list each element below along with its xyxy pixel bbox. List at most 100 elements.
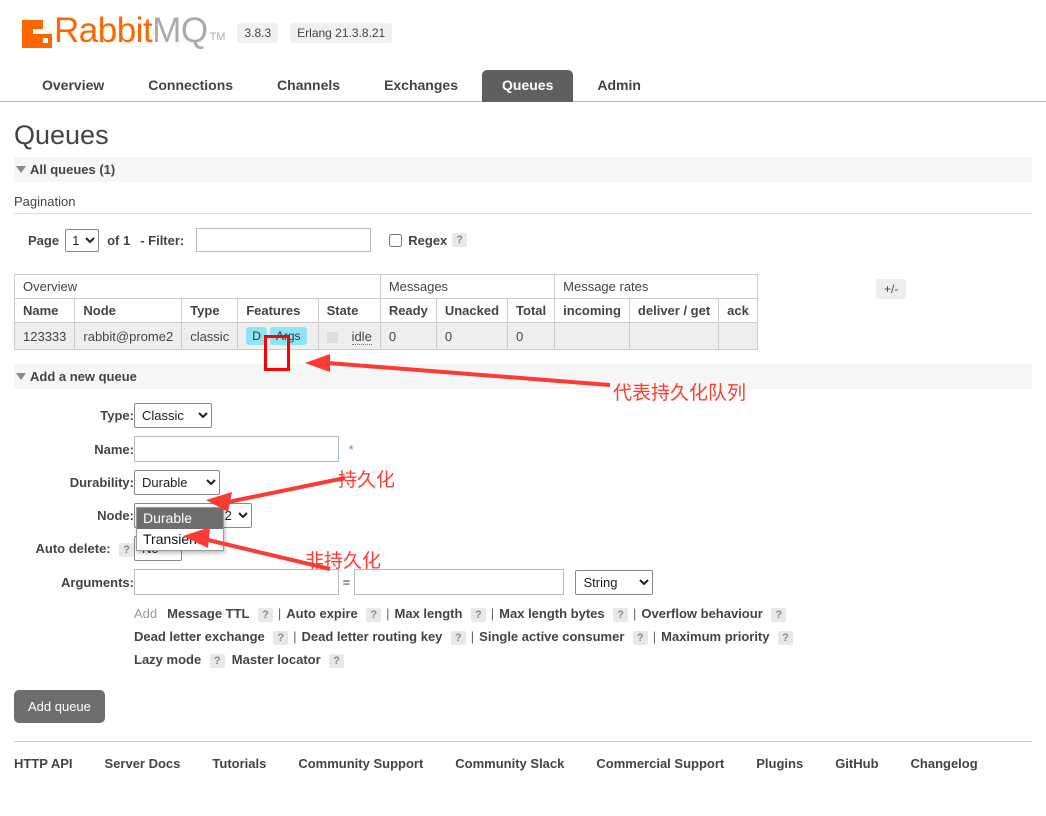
hint-dead-letter-exchange-help-icon[interactable]: ?: [273, 631, 289, 645]
rabbitmq-logo-icon: [22, 20, 52, 48]
table-row: 123333 rabbit@prome2 classic D Args idle …: [13, 322, 758, 350]
hint-max-length[interactable]: Max length: [395, 606, 463, 621]
cell-unacked: 0: [435, 322, 509, 350]
queue-name-input[interactable]: [134, 436, 339, 462]
hint-max-length-bytes-help-icon[interactable]: ?: [613, 608, 628, 622]
argument-preset-hints: Add Message TTL ? | Auto expire ? | Max lengt…: [134, 599, 793, 676]
state-text: idle: [351, 328, 372, 345]
auto-delete-help-icon[interactable]: ?: [119, 543, 134, 557]
group-overview: Overview: [14, 274, 381, 299]
cell-queue-name[interactable]: 123333: [13, 322, 76, 350]
cell-state: idle: [317, 322, 381, 350]
type-select[interactable]: Classic: [134, 403, 212, 428]
footer-link-community-support[interactable]: Community Support: [298, 756, 423, 771]
hint-dead-letter-routing-key-help-icon[interactable]: ?: [451, 631, 466, 645]
chevron-down-icon: [16, 373, 26, 380]
hint-overflow-behaviour[interactable]: Overflow behaviour: [641, 606, 762, 621]
page-label: Page: [28, 232, 60, 248]
add-queue-form: Type: Classic Name: * Durability: Durabl…: [14, 389, 1032, 723]
argument-type-select[interactable]: String: [575, 569, 654, 595]
node-label: Node:: [97, 508, 134, 523]
footer-link-server-docs[interactable]: Server Docs: [105, 756, 181, 771]
col-total[interactable]: Total: [507, 298, 556, 323]
footer-link-tutorials[interactable]: Tutorials: [212, 756, 266, 771]
durability-dropdown-list[interactable]: Durable Transient: [136, 507, 224, 551]
hint-single-active-consumer[interactable]: Single active consumer: [479, 629, 624, 644]
cell-node: rabbit@prome2: [74, 322, 183, 350]
hint-dead-letter-routing-key[interactable]: Dead letter routing key: [302, 629, 443, 644]
footer-link-github[interactable]: GitHub: [835, 756, 878, 771]
erlang-version-badge: Erlang 21.3.8.21: [290, 23, 393, 43]
page-select[interactable]: 1: [65, 228, 100, 252]
main-content: Queues All queues (1) Pagination Page 1 …: [0, 120, 1046, 723]
page-count-label: of 1: [107, 232, 131, 248]
argument-value-input[interactable]: [353, 569, 564, 595]
hint-maximum-priority[interactable]: Maximum priority: [661, 629, 769, 644]
tab-admin[interactable]: Admin: [577, 70, 661, 102]
argument-hints-spacer: [14, 599, 134, 676]
hint-message-ttl-help-icon[interactable]: ?: [258, 608, 273, 622]
hint-maximum-priority-help-icon[interactable]: ?: [778, 631, 793, 645]
add-queue-form-table: Type: Classic Name: * Durability: Durabl…: [14, 399, 793, 676]
feature-badge-args[interactable]: Args: [269, 327, 307, 345]
cell-type: classic: [181, 322, 239, 350]
durability-select[interactable]: Durable: [134, 470, 220, 495]
footer-link-commercial-support[interactable]: Commercial Support: [596, 756, 724, 771]
queues-table: Overview Messages Message rates Name Nod…: [13, 274, 758, 350]
feature-badge-durable[interactable]: D: [246, 327, 267, 345]
version-badge: 3.8.3: [237, 23, 279, 43]
hint-single-active-consumer-help-icon[interactable]: ?: [633, 631, 648, 645]
hint-message-ttl[interactable]: Message TTL: [167, 606, 249, 621]
col-deliver-get[interactable]: deliver / get: [628, 298, 720, 323]
col-name[interactable]: Name: [13, 298, 76, 323]
durability-option-transient[interactable]: Transient: [137, 529, 223, 550]
footer-link-plugins[interactable]: Plugins: [756, 756, 803, 771]
all-queues-section-header[interactable]: All queues (1): [14, 157, 1032, 182]
tab-connections[interactable]: Connections: [128, 70, 253, 102]
col-unacked[interactable]: Unacked: [435, 298, 509, 323]
hint-max-length-bytes[interactable]: Max length bytes: [499, 606, 604, 621]
col-features[interactable]: Features: [237, 298, 319, 323]
cell-ack: [718, 322, 758, 350]
footer-link-community-slack[interactable]: Community Slack: [455, 756, 564, 771]
regex-help-icon[interactable]: ?: [452, 233, 468, 247]
tab-overview[interactable]: Overview: [22, 70, 124, 102]
footer-link-changelog[interactable]: Changelog: [911, 756, 978, 771]
add-queue-section-header[interactable]: Add a new queue: [14, 364, 1032, 389]
table-column-header-row: Name Node Type Features State Ready Unac…: [13, 298, 758, 323]
regex-label: Regex: [408, 232, 448, 248]
arguments-label: Arguments:: [61, 574, 134, 590]
pagination-controls: Page 1 of 1 - Filter: Regex ?: [14, 228, 1032, 252]
hint-auto-expire[interactable]: Auto expire: [286, 606, 358, 621]
tab-channels[interactable]: Channels: [257, 70, 360, 102]
col-ack[interactable]: ack: [718, 298, 758, 323]
hint-max-length-help-icon[interactable]: ?: [471, 608, 486, 622]
hint-master-locator[interactable]: Master locator: [232, 652, 321, 667]
table-group-header-row: Overview Messages Message rates: [14, 274, 758, 299]
hint-lazy-mode-help-icon[interactable]: ?: [209, 654, 225, 668]
hint-lazy-mode[interactable]: Lazy mode: [134, 652, 201, 667]
toggle-columns-button[interactable]: +/-: [876, 279, 907, 299]
cell-features: D Args: [237, 322, 319, 350]
hint-auto-expire-help-icon[interactable]: ?: [366, 608, 382, 622]
durability-option-durable[interactable]: Durable: [137, 508, 223, 529]
filter-input[interactable]: [196, 228, 372, 252]
col-type[interactable]: Type: [181, 298, 239, 323]
col-ready[interactable]: Ready: [379, 298, 437, 323]
required-marker: *: [348, 441, 354, 457]
add-queue-label: Add a new queue: [30, 369, 137, 384]
footer-link-http-api[interactable]: HTTP API: [14, 756, 73, 771]
argument-equals-sign: =: [342, 574, 351, 590]
tab-queues[interactable]: Queues: [482, 70, 574, 102]
hint-master-locator-help-icon[interactable]: ?: [329, 654, 345, 668]
col-incoming[interactable]: incoming: [554, 298, 630, 323]
col-node[interactable]: Node: [74, 298, 183, 323]
col-state[interactable]: State: [317, 298, 381, 323]
hint-overflow-behaviour-help-icon[interactable]: ?: [771, 608, 787, 622]
regex-checkbox[interactable]: [389, 233, 403, 247]
argument-key-input[interactable]: [134, 569, 339, 595]
add-queue-button[interactable]: Add queue: [14, 690, 105, 723]
hint-dead-letter-exchange[interactable]: Dead letter exchange: [134, 629, 265, 644]
all-queues-label: All queues (1): [30, 162, 116, 177]
tab-exchanges[interactable]: Exchanges: [364, 70, 478, 102]
